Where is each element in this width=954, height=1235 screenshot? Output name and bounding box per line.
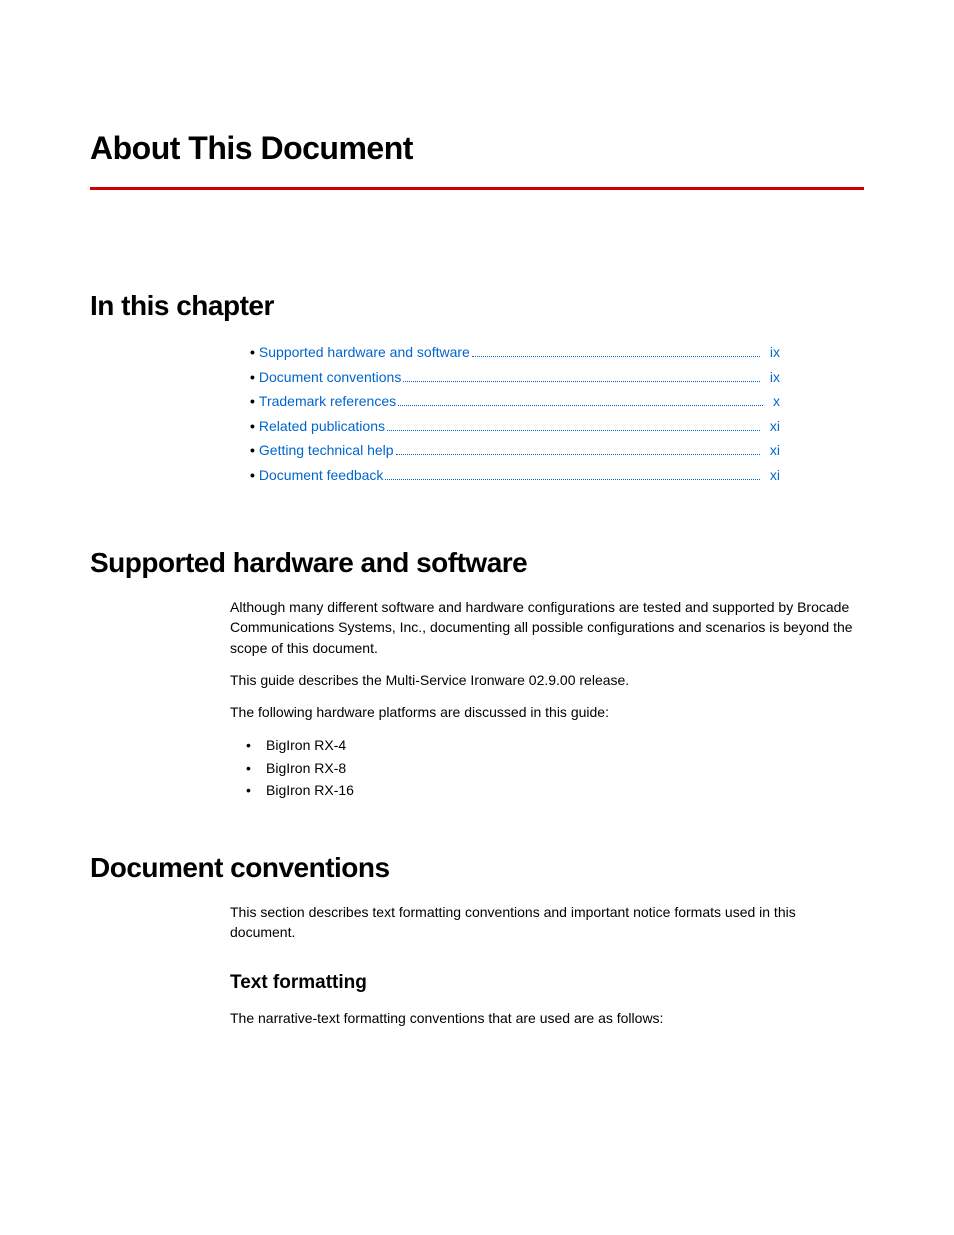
toc-page-number[interactable]: ix bbox=[770, 340, 780, 365]
toc-leader bbox=[403, 381, 760, 382]
list-item: • BigIron RX-16 bbox=[246, 779, 854, 801]
heading-supported-hardware: Supported hardware and software bbox=[90, 547, 864, 579]
toc-item: • Document feedback xi bbox=[250, 463, 780, 488]
toc-leader bbox=[387, 430, 760, 431]
toc-item: • Document conventions ix bbox=[250, 365, 780, 390]
paragraph: This section describes text formatting c… bbox=[230, 902, 854, 943]
bullet-icon: • bbox=[250, 389, 255, 414]
toc-page-number[interactable]: xi bbox=[770, 438, 780, 463]
toc-page-number[interactable]: xi bbox=[770, 414, 780, 439]
toc-leader bbox=[398, 405, 763, 406]
heading-text-formatting: Text formatting bbox=[230, 972, 864, 994]
section-body: This section describes text formatting c… bbox=[230, 902, 854, 943]
page-title: About This Document bbox=[90, 130, 864, 167]
paragraph: The narrative-text formatting convention… bbox=[230, 1008, 854, 1028]
toc-page-number[interactable]: ix bbox=[770, 365, 780, 390]
list-item-text: BigIron RX-8 bbox=[266, 757, 346, 779]
toc-item: • Trademark references x bbox=[250, 389, 780, 414]
toc-link-document-feedback[interactable]: Document feedback bbox=[259, 463, 384, 488]
toc-item: • Related publications xi bbox=[250, 414, 780, 439]
list-item-text: BigIron RX-16 bbox=[266, 779, 354, 801]
toc-item: • Supported hardware and software ix bbox=[250, 340, 780, 365]
bullet-icon: • bbox=[250, 414, 255, 439]
toc-link-getting-technical-help[interactable]: Getting technical help bbox=[259, 438, 394, 463]
paragraph: The following hardware platforms are dis… bbox=[230, 702, 854, 722]
toc-leader bbox=[472, 356, 760, 357]
toc-page-number[interactable]: xi bbox=[770, 463, 780, 488]
heading-in-this-chapter: In this chapter bbox=[90, 290, 864, 322]
toc-link-related-publications[interactable]: Related publications bbox=[259, 414, 385, 439]
bullet-icon: • bbox=[250, 463, 255, 488]
bullet-icon: • bbox=[246, 734, 266, 756]
paragraph: Although many different software and har… bbox=[230, 597, 854, 658]
toc-leader bbox=[385, 479, 759, 480]
toc-link-supported-hardware[interactable]: Supported hardware and software bbox=[259, 340, 470, 365]
list-item: • BigIron RX-8 bbox=[246, 757, 854, 779]
bullet-icon: • bbox=[246, 779, 266, 801]
toc-link-document-conventions[interactable]: Document conventions bbox=[259, 365, 401, 390]
paragraph: This guide describes the Multi-Service I… bbox=[230, 670, 854, 690]
bullet-icon: • bbox=[246, 757, 266, 779]
heading-document-conventions: Document conventions bbox=[90, 852, 864, 884]
bullet-icon: • bbox=[250, 365, 255, 390]
toc-item: • Getting technical help xi bbox=[250, 438, 780, 463]
section-body: Although many different software and har… bbox=[230, 597, 854, 802]
list-item: • BigIron RX-4 bbox=[246, 734, 854, 756]
toc-page-number[interactable]: x bbox=[773, 389, 780, 414]
bullet-list: • BigIron RX-4 • BigIron RX-8 • BigIron … bbox=[246, 734, 854, 801]
bullet-icon: • bbox=[250, 340, 255, 365]
title-rule bbox=[90, 187, 864, 190]
list-item-text: BigIron RX-4 bbox=[266, 734, 346, 756]
toc-list: • Supported hardware and software ix • D… bbox=[250, 340, 864, 487]
toc-leader bbox=[396, 454, 760, 455]
bullet-icon: • bbox=[250, 438, 255, 463]
section-body: The narrative-text formatting convention… bbox=[230, 1008, 854, 1028]
toc-link-trademark-references[interactable]: Trademark references bbox=[259, 389, 396, 414]
